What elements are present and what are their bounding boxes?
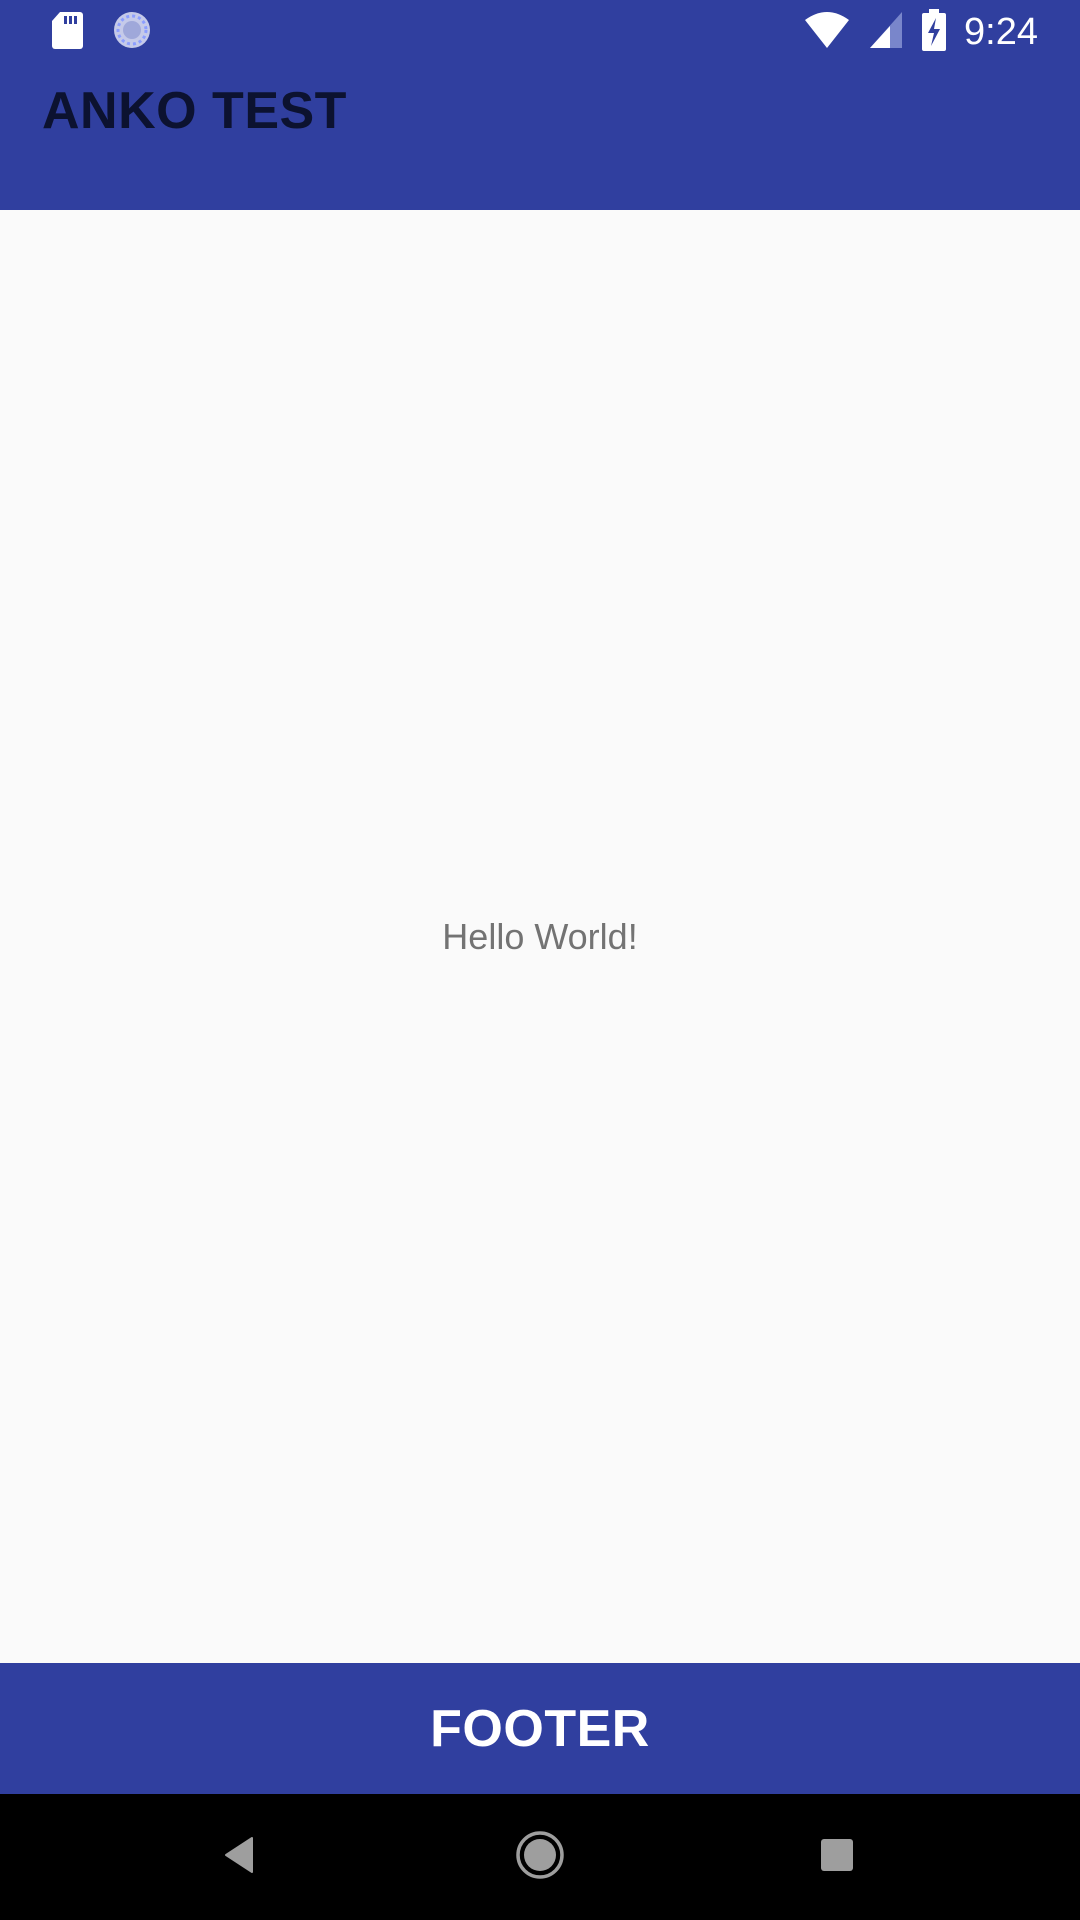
sd-card-icon — [50, 10, 84, 55]
home-icon — [515, 1830, 565, 1885]
main-content: Hello World! — [0, 210, 1080, 1663]
wifi-icon — [804, 10, 850, 55]
status-bar: 9:24 — [0, 0, 1080, 63]
screen: 9:24 ANKO TEST Hello World! FOOTER — [0, 0, 1080, 1920]
home-button[interactable] — [460, 1794, 620, 1920]
sync-icon — [112, 10, 152, 55]
cell-signal-icon — [868, 10, 904, 55]
status-clock: 9:24 — [964, 10, 1038, 53]
app-title: ANKO TEST — [42, 82, 347, 140]
status-right-icons: 9:24 — [804, 8, 1038, 56]
navigation-bar — [0, 1794, 1080, 1920]
hello-text: Hello World! — [442, 915, 638, 957]
footer[interactable]: FOOTER — [0, 1663, 1080, 1794]
status-left-icons — [50, 10, 152, 55]
footer-label: FOOTER — [430, 1699, 650, 1758]
back-button[interactable] — [160, 1794, 320, 1920]
recents-button[interactable] — [757, 1794, 917, 1920]
battery-charging-icon — [922, 8, 947, 56]
recents-icon — [819, 1837, 855, 1878]
app-bar: ANKO TEST — [0, 63, 1080, 210]
back-icon — [220, 1835, 260, 1880]
